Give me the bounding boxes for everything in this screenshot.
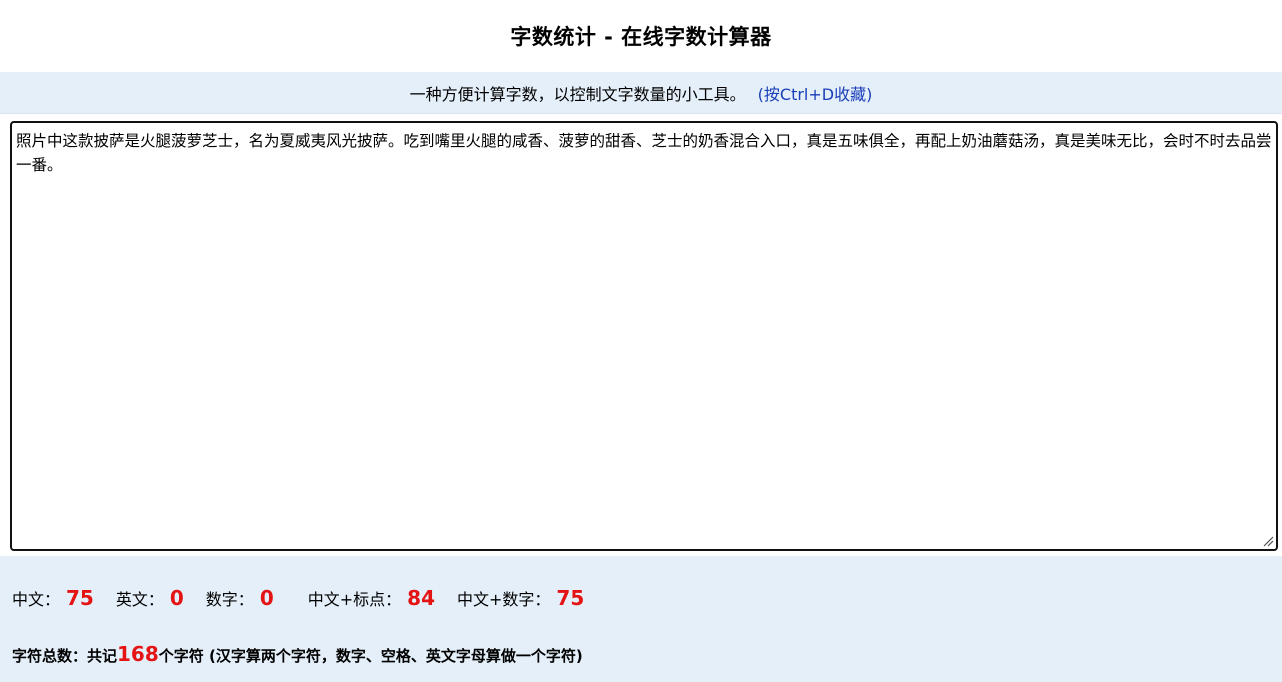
tagline-text: 一种方便计算字数，以控制文字数量的小工具。 — [409, 84, 746, 104]
stat-english: 英文： 0 — [116, 586, 184, 610]
stat-chinese-digits-value: 75 — [556, 586, 585, 610]
stat-chinese: 中文： 75 — [12, 586, 94, 610]
stat-english-label: 英文： — [115, 590, 164, 609]
stat-digits: 数字： 0 — [206, 586, 274, 610]
stat-chinese-value: 75 — [66, 586, 94, 610]
stats-panel: 中文： 75 英文： 0 数字： 0 中文+标点： 84 中文+数字： 75 字… — [0, 556, 1282, 682]
resize-handle-icon[interactable] — [1262, 535, 1274, 547]
stats-row: 中文： 75 英文： 0 数字： 0 中文+标点： 84 中文+数字： 75 — [12, 586, 606, 610]
stat-chinese-punct: 中文+标点： 84 — [308, 586, 435, 610]
subtitle-bar: 一种方便计算字数，以控制文字数量的小工具。 (按Ctrl+D收藏) — [0, 72, 1282, 114]
stat-digits-value: 0 — [259, 586, 274, 610]
page-title: 字数统计 - 在线字数计算器 — [510, 25, 772, 49]
stat-chinese-digits-label: 中文+数字： — [457, 590, 551, 609]
total-prefix: 字符总数：共记 — [12, 647, 118, 665]
total-characters: 字符总数：共记 168 个字符 (汉字算两个字符，数字、空格、英文字母算做一个字… — [12, 642, 583, 666]
bookmark-hint: (按Ctrl+D收藏) — [757, 84, 873, 104]
stat-chinese-digits: 中文+数字： 75 — [457, 586, 584, 610]
stat-chinese-label: 中文： — [12, 590, 61, 609]
page-header: 字数统计 - 在线字数计算器 — [0, 0, 1282, 72]
total-suffix: 个字符 (汉字算两个字符，数字、空格、英文字母算做一个字符) — [158, 647, 583, 665]
stat-chinese-punct-label: 中文+标点： — [307, 590, 402, 609]
stat-chinese-punct-value: 84 — [407, 586, 435, 610]
total-value: 168 — [117, 642, 159, 666]
stat-english-value: 0 — [169, 586, 184, 610]
text-input-container: 照片中这款披萨是火腿菠萝芝士，名为夏威夷风光披萨。吃到嘴里火腿的咸香、菠萝的甜香… — [10, 121, 1278, 551]
stat-digits-label: 数字： — [205, 590, 254, 609]
text-input[interactable]: 照片中这款披萨是火腿菠萝芝士，名为夏威夷风光披萨。吃到嘴里火腿的咸香、菠萝的甜香… — [12, 123, 1276, 549]
